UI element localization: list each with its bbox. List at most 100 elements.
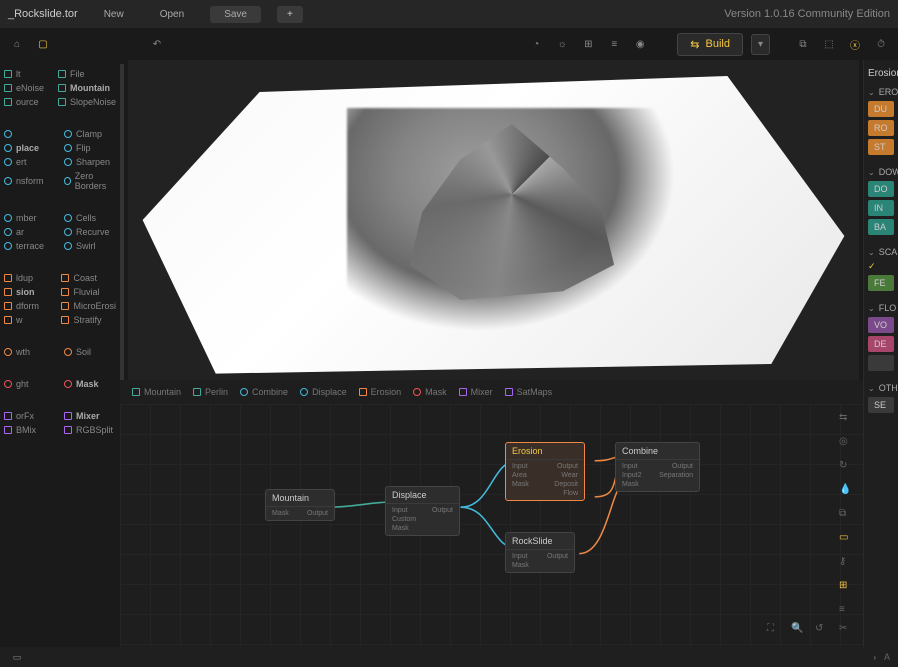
nodebar-mask[interactable]: Mask <box>413 387 447 397</box>
node-item-sion[interactable]: sion <box>4 286 53 298</box>
build-button[interactable]: ⇆Build <box>677 33 743 56</box>
node-item-flip[interactable]: Flip <box>64 142 116 154</box>
node-item-mber[interactable]: mber <box>4 212 56 224</box>
nodebar-combine[interactable]: Combine <box>240 387 288 397</box>
node-item-w[interactable]: w <box>4 314 53 326</box>
cut-icon[interactable]: ✂ <box>839 623 855 639</box>
target-icon[interactable]: ◎ <box>839 436 855 452</box>
histogram-icon[interactable]: ⊞ <box>579 35 597 53</box>
nodebar: Mountain Perlin Combine Displace Erosion Mask… <box>120 380 863 404</box>
nodebar-mixer[interactable]: Mixer <box>459 387 493 397</box>
node-item-recurve[interactable]: Recurve <box>64 226 116 238</box>
node-item-place[interactable]: place <box>4 142 56 154</box>
grid-icon[interactable]: ⊞ <box>839 580 855 596</box>
node-item-soil[interactable]: Soil <box>64 346 116 358</box>
node-graph[interactable]: Mountain MaskOutput Displace InputOutput… <box>120 404 863 647</box>
nodebar-erosion[interactable]: Erosion <box>359 387 402 397</box>
rp-btn-st[interactable]: ST <box>868 139 894 155</box>
node-item-mask[interactable]: Mask <box>64 378 116 390</box>
rp-btn-du[interactable]: DU <box>868 101 894 117</box>
home-icon[interactable]: ⌂ <box>8 35 26 53</box>
new-button[interactable]: New <box>94 6 134 23</box>
node-item-swirl[interactable]: Swirl <box>64 240 116 252</box>
sync-icon[interactable]: ⇆ <box>839 412 855 428</box>
node-item-rgbsplit[interactable]: RGBSplit <box>64 424 116 436</box>
nodebar-perlin[interactable]: Perlin <box>193 387 228 397</box>
node-item-ar[interactable]: ar <box>4 226 56 238</box>
timer-icon[interactable]: ⏱ <box>872 35 890 53</box>
node-item-clamp[interactable]: Clamp <box>64 128 116 140</box>
refresh-icon[interactable]: ↻ <box>839 460 855 476</box>
node-item-orfx[interactable]: orFx <box>4 410 56 422</box>
rp-btn-de[interactable]: DE <box>868 336 894 352</box>
fit-icon[interactable]: ⛶ <box>767 623 783 639</box>
node-item-dform[interactable]: dform <box>4 300 53 312</box>
nodebar-displace[interactable]: Displace <box>300 387 347 397</box>
close-circle-icon[interactable]: ⓧ <box>846 35 864 53</box>
node-item-lt[interactable]: lt <box>4 68 50 80</box>
node-item-bmix[interactable]: BMix <box>4 424 56 436</box>
sun-icon[interactable]: ☼ <box>553 35 571 53</box>
plus-button[interactable]: + <box>277 6 303 23</box>
sliders-icon[interactable]: ≡ <box>605 35 623 53</box>
node-item-sharpen[interactable]: Sharpen <box>64 156 116 168</box>
rp-field[interactable] <box>868 355 894 371</box>
copy-icon[interactable]: ⧉ <box>794 35 812 53</box>
menu-icon[interactable]: ≡ <box>839 604 855 620</box>
zoom-icon[interactable]: 🔍 <box>791 623 807 639</box>
rp-btn-fe[interactable]: FE <box>868 275 894 291</box>
status-icon[interactable]: ▭ <box>8 648 26 666</box>
open-button[interactable]: Open <box>150 6 194 23</box>
node-item-stratify[interactable]: Stratify <box>61 314 116 326</box>
rp-btn-vo[interactable]: VO <box>868 317 894 333</box>
viewport[interactable] <box>128 60 859 380</box>
rp-btn-ro[interactable]: RO <box>868 120 894 136</box>
graph-node-displace[interactable]: Displace InputOutput Custom Mask <box>385 486 460 536</box>
node-item-slopenoise[interactable]: SlopeNoise <box>58 96 116 108</box>
build-dropdown[interactable]: ▾ <box>751 34 770 55</box>
graph-node-mountain[interactable]: Mountain MaskOutput <box>265 489 335 521</box>
graph-node-erosion[interactable]: Erosion InputOutput AreaWear MaskDeposit… <box>505 442 585 501</box>
rp-btn-ba[interactable]: BA <box>868 219 894 235</box>
graph-tools-right: ⇆ ◎ ↻ 💧 ⧉ ▭ ⚷ ⊞ ≡ <box>839 412 855 620</box>
node-item-ource[interactable]: ource <box>4 96 50 108</box>
node-item-ght[interactable]: ght <box>4 378 56 390</box>
save-button[interactable]: Save <box>210 6 261 23</box>
reset-icon[interactable]: ↺ <box>815 623 831 639</box>
drop-icon[interactable]: 💧 <box>839 484 855 500</box>
graph-node-rockslide[interactable]: RockSlide InputOutput Mask <box>505 532 575 573</box>
node-item-nsform[interactable]: nsform <box>4 170 56 192</box>
node-item-ert[interactable]: ert <box>4 156 56 168</box>
folder-icon[interactable]: ▭ <box>839 532 855 548</box>
node-item-mixer[interactable]: Mixer <box>64 410 116 422</box>
node-item-coast[interactable]: Coast <box>61 272 116 284</box>
rp-checkbox[interactable]: ✓ <box>868 261 894 272</box>
cube-icon[interactable]: ⬚ <box>820 35 838 53</box>
node-item-cells[interactable]: Cells <box>64 212 116 224</box>
view-icon[interactable]: ▢ <box>34 35 52 53</box>
graph-node-combine[interactable]: Combine InputOutput Input2Separation Mas… <box>615 442 700 492</box>
node-item-terrace[interactable]: terrace <box>4 240 56 252</box>
globe-icon[interactable]: ◔ <box>527 35 545 53</box>
undo-icon[interactable]: ↶ <box>148 35 166 53</box>
rp-btn-do[interactable]: DO <box>868 181 894 197</box>
tree-icon[interactable]: ⚷ <box>839 556 855 572</box>
node-item-fluvial[interactable]: Fluvial <box>61 286 116 298</box>
version-label: Version 1.0.16 Community Edition <box>724 8 890 20</box>
camera-icon[interactable]: ◉ <box>631 35 649 53</box>
node-item-wth[interactable]: wth <box>4 346 56 358</box>
nodebar-mountain[interactable]: Mountain <box>132 387 181 397</box>
node-item-[interactable] <box>4 128 56 140</box>
ruler[interactable] <box>120 64 124 380</box>
rp-btn-se[interactable]: SE <box>868 397 894 413</box>
nodebar-satmaps[interactable]: SatMaps <box>505 387 553 397</box>
chevron-right-icon[interactable]: › <box>873 653 876 662</box>
layers-icon[interactable]: ⧉ <box>839 508 855 524</box>
node-item-mountain[interactable]: Mountain <box>58 82 116 94</box>
node-item-microerosi[interactable]: MicroErosi <box>61 300 116 312</box>
node-item-enoise[interactable]: eNoise <box>4 82 50 94</box>
rp-btn-in[interactable]: IN <box>868 200 894 216</box>
node-item-file[interactable]: File <box>58 68 116 80</box>
node-item-ldup[interactable]: ldup <box>4 272 53 284</box>
node-item-zero borders[interactable]: Zero Borders <box>64 170 116 192</box>
